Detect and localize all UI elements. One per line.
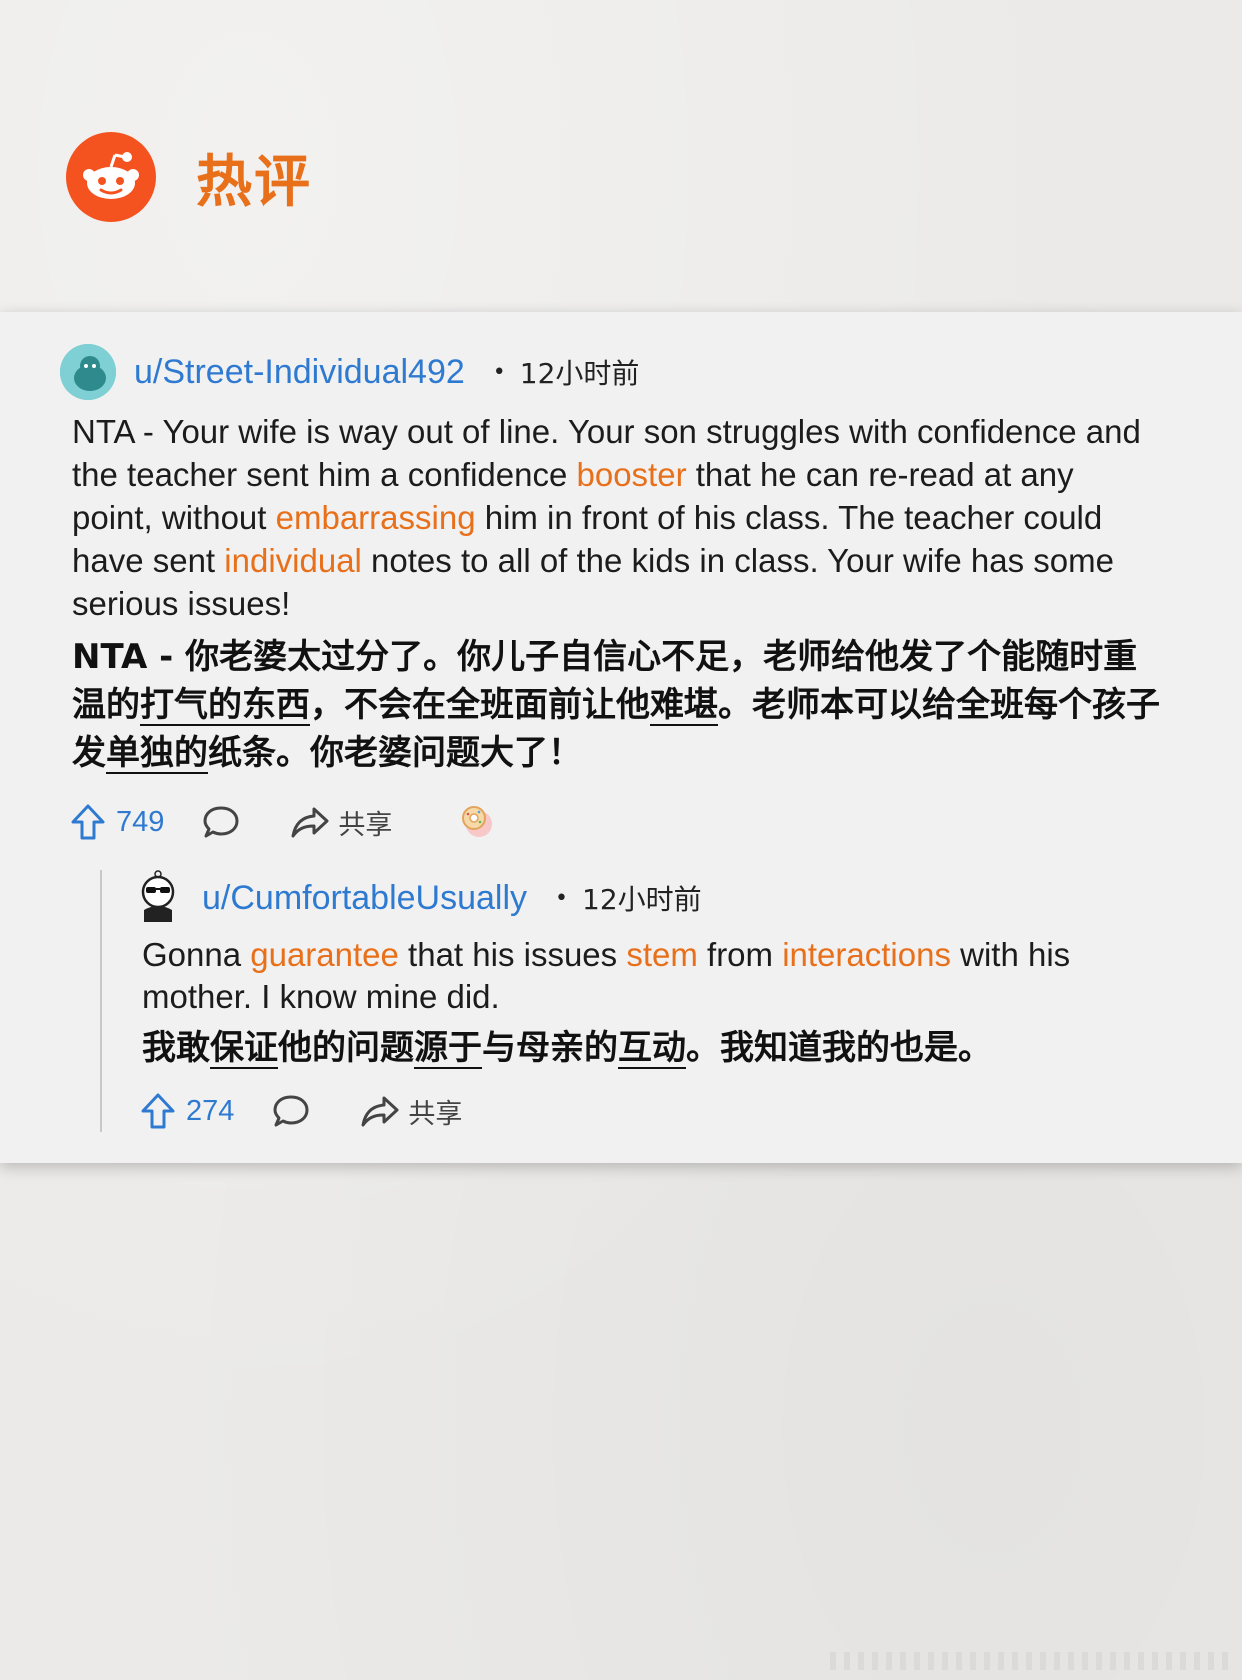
- separator-dot: •: [555, 885, 569, 911]
- highlighted-word: booster: [576, 456, 687, 493]
- comment-bubble-icon: [273, 1095, 309, 1127]
- award-icon: [462, 806, 493, 837]
- comment-body-english: NTA - Your wife is way out of line. Your…: [72, 410, 1152, 625]
- comment-actions: 274 共享: [140, 1086, 1196, 1136]
- upvote-button[interactable]: 274: [140, 1092, 234, 1130]
- page-header: 热评: [66, 132, 312, 222]
- upvote-arrow-icon: [71, 804, 105, 840]
- reddit-logo: [66, 132, 156, 222]
- upvote-arrow-icon: [141, 1093, 175, 1129]
- snoo-icon: [83, 152, 139, 199]
- snoo-avatar-icon: [141, 870, 175, 922]
- thread-line[interactable]: [100, 870, 102, 1132]
- text-segment: 我敢: [142, 1028, 210, 1068]
- comment-1: u/Street-Individual492 • 12小时前 NTA - You…: [60, 344, 1180, 847]
- share-button[interactable]: 共享: [290, 803, 392, 842]
- decorative-strip: [830, 1652, 1230, 1670]
- underlined-phrase: 互动: [618, 1028, 686, 1068]
- avatar[interactable]: [136, 870, 180, 926]
- page-title: 热评: [196, 149, 312, 215]
- comment-header: u/CumfortableUsually • 12小时前: [136, 870, 1196, 926]
- underlined-phrase: 单独的: [106, 733, 208, 773]
- snoo-avatar-icon: [60, 344, 116, 400]
- comment-header: u/Street-Individual492 • 12小时前: [60, 344, 1180, 400]
- text-segment: 与母亲的: [482, 1028, 618, 1068]
- highlighted-word: guarantee: [250, 936, 399, 973]
- username[interactable]: u/CumfortableUsually: [202, 879, 527, 918]
- comment-body-english: Gonna guarantee that his issues stem fro…: [142, 934, 1182, 1018]
- highlighted-word: embarrassing: [275, 499, 476, 536]
- comment-body-chinese: NTA - 你老婆太过分了。你儿子自信心不足，老师给他发了个能随时重温的打气的东…: [72, 633, 1162, 777]
- comment-bubble-icon: [203, 806, 239, 838]
- comment-body-chinese: 我敢保证他的问题源于与母亲的互动。我知道我的也是。: [142, 1024, 1182, 1072]
- text-segment: that his issues: [398, 936, 627, 973]
- text-segment: from: [697, 936, 783, 973]
- text-segment: ，不会在全班面前让他: [310, 685, 650, 725]
- share-arrow-icon: [291, 807, 329, 838]
- underlined-phrase: 源于: [414, 1028, 482, 1068]
- share-arrow-icon: [361, 1096, 399, 1127]
- share-label: 共享: [408, 1098, 463, 1130]
- comment-card: u/Street-Individual492 • 12小时前 NTA - You…: [0, 312, 1242, 1163]
- avatar[interactable]: [60, 344, 116, 400]
- reply-button[interactable]: [272, 1093, 310, 1129]
- highlighted-word: interactions: [782, 936, 951, 973]
- text-segment: 纸条。你老婆问题大了！: [208, 733, 582, 773]
- vote-count: 274: [186, 1094, 235, 1127]
- vote-count: 749: [116, 805, 165, 838]
- comment-actions: 749 共享: [70, 797, 1180, 847]
- highlighted-word: individual: [224, 542, 362, 579]
- text-segment: Gonna: [142, 936, 251, 973]
- text-segment: 他的问题: [278, 1028, 414, 1068]
- upvote-button[interactable]: 749: [70, 803, 164, 841]
- share-button[interactable]: 共享: [360, 1092, 462, 1131]
- comment-2: u/CumfortableUsually • 12小时前 Gonna guara…: [136, 870, 1196, 1136]
- underlined-phrase: 难堪: [650, 685, 718, 725]
- timestamp: 12小时前: [582, 883, 702, 916]
- highlighted-word: stem: [626, 936, 698, 973]
- username[interactable]: u/Street-Individual492: [134, 353, 465, 392]
- award-badge[interactable]: [460, 804, 496, 840]
- underlined-phrase: 保证: [210, 1028, 278, 1068]
- timestamp: 12小时前: [519, 357, 640, 390]
- underlined-phrase: 打气的东西: [140, 685, 310, 725]
- reply-button[interactable]: [202, 804, 240, 840]
- separator-dot: •: [492, 359, 506, 385]
- text-segment: 。我知道我的也是。: [686, 1028, 992, 1068]
- share-label: 共享: [338, 809, 393, 841]
